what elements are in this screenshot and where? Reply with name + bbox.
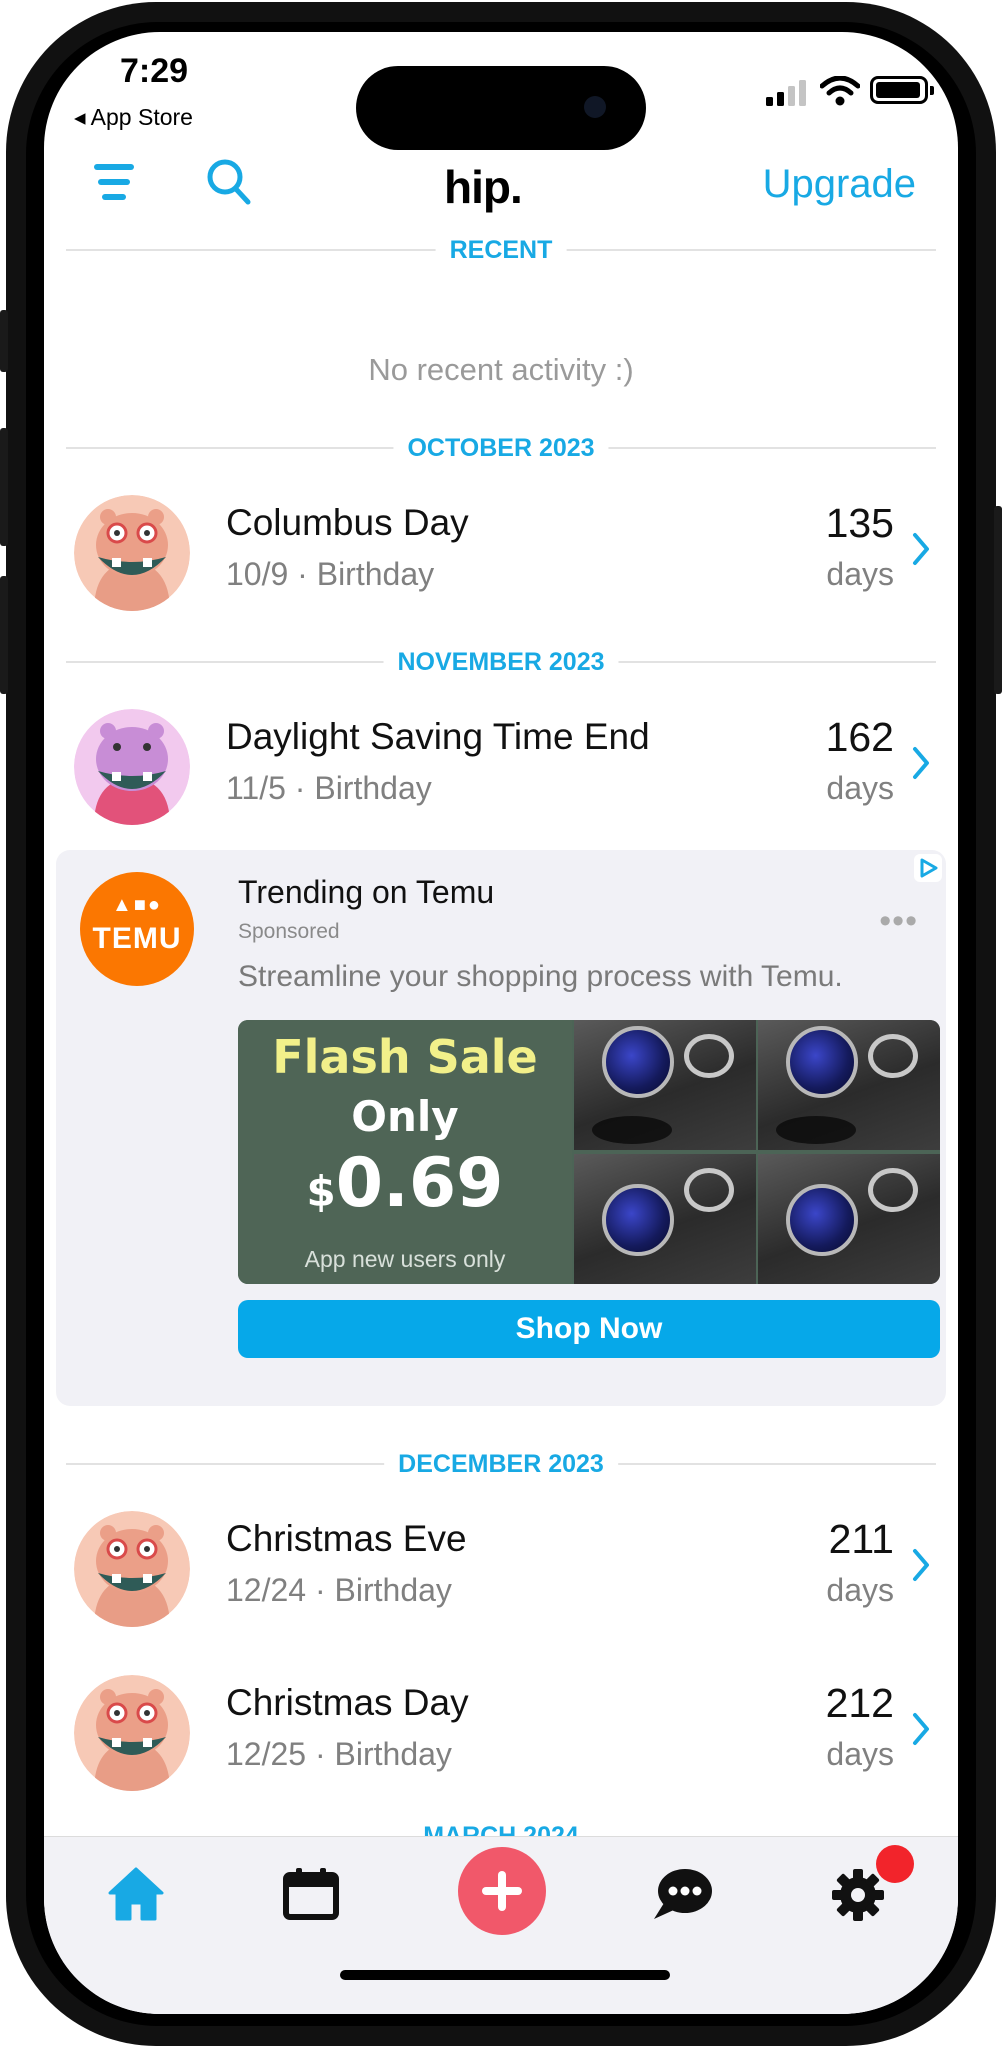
section-header-recent: RECENT xyxy=(66,230,936,270)
settings-icon[interactable] xyxy=(830,1867,886,1923)
side-button-power xyxy=(994,506,1002,694)
chevron-right-icon xyxy=(913,533,929,565)
flash-sale-text: Flash Sale xyxy=(272,1030,538,1084)
chevron-right-icon xyxy=(913,1549,929,1581)
days-unit: days xyxy=(826,556,894,592)
hippo-avatar-icon xyxy=(74,495,190,611)
days-unit: days xyxy=(826,1736,894,1772)
chat-icon[interactable] xyxy=(650,1867,714,1921)
hippo-avatar-icon xyxy=(74,1511,190,1627)
chevron-right-icon xyxy=(913,1713,929,1745)
keychain-photo xyxy=(574,1154,756,1284)
only-text: Only xyxy=(351,1092,459,1141)
section-label: OCTOBER 2023 xyxy=(393,428,609,468)
add-event-button[interactable] xyxy=(458,1847,546,1935)
event-subtitle: 12/25 · Birthday xyxy=(226,1736,452,1772)
event-title: Columbus Day xyxy=(226,502,469,543)
promo-price: $0.69 xyxy=(306,1144,504,1223)
ad-choices-icon[interactable] xyxy=(914,854,942,882)
calendar-icon[interactable] xyxy=(282,1867,340,1921)
event-row[interactable]: Christmas Day 12/25 · Birthday 212 days xyxy=(44,1668,958,1798)
temu-logo: ▲■● TEMU xyxy=(80,872,194,986)
temu-logo-glyphs: ▲■● xyxy=(112,894,162,916)
home-icon[interactable] xyxy=(106,1865,166,1921)
event-row[interactable]: Christmas Eve 12/24 · Birthday 211 days xyxy=(44,1504,958,1634)
keychain-photo xyxy=(574,1020,756,1150)
screen: 7:29 ◂ App Store hip. Upgrade RECENT No … xyxy=(44,32,958,2014)
more-options-icon[interactable]: ••• xyxy=(879,902,918,941)
days-count: 212 xyxy=(825,1680,894,1726)
side-button-volume-down xyxy=(0,576,8,694)
section-header-december: DECEMBER 2023 xyxy=(66,1444,936,1484)
new-users-note: App new users only xyxy=(304,1246,506,1272)
ad-body-text: Streamline your shopping process with Te… xyxy=(238,960,843,993)
section-label: DECEMBER 2023 xyxy=(384,1444,618,1484)
temu-logo-text: TEMU xyxy=(92,922,182,955)
event-row[interactable]: Columbus Day 10/9 · Birthday 135 days xyxy=(44,488,958,618)
event-title: Christmas Eve xyxy=(226,1518,467,1559)
app-logo: hip. xyxy=(444,161,523,213)
cellular-signal-icon xyxy=(766,80,806,106)
keychain-photo xyxy=(758,1020,940,1150)
event-title: Christmas Day xyxy=(226,1682,469,1723)
chevron-right-icon xyxy=(913,747,929,779)
side-button-volume-up xyxy=(0,428,8,546)
event-title: Daylight Saving Time End xyxy=(226,716,650,757)
days-unit: days xyxy=(826,770,894,806)
sponsored-label: Sponsored xyxy=(238,920,340,943)
section-label: NOVEMBER 2023 xyxy=(383,642,619,682)
recent-empty-text: No recent activity :) xyxy=(368,352,634,387)
battery-icon xyxy=(870,76,934,104)
tab-bar xyxy=(44,1836,958,2014)
ad-image-promo: Flash Sale Only $0.69 App new users only xyxy=(238,1020,572,1284)
keychain-photo xyxy=(758,1154,940,1284)
section-header-november: NOVEMBER 2023 xyxy=(66,642,936,682)
status-time: 7:29 xyxy=(120,52,189,90)
hippo-avatar-icon xyxy=(74,709,190,825)
camera xyxy=(584,96,606,118)
menu-icon[interactable] xyxy=(92,162,136,202)
event-subtitle: 11/5 · Birthday xyxy=(226,770,432,806)
hippo-avatar-icon xyxy=(74,1675,190,1791)
wifi-icon xyxy=(820,76,860,106)
days-count: 135 xyxy=(825,500,894,546)
event-subtitle: 12/24 · Birthday xyxy=(226,1572,452,1608)
sponsored-ad-card[interactable]: ▲■● TEMU Trending on Temu Sponsored ••• … xyxy=(56,850,946,1406)
section-header-october: OCTOBER 2023 xyxy=(66,428,936,468)
back-to-app-store[interactable]: ◂ App Store xyxy=(74,104,193,131)
shop-now-button[interactable]: Shop Now xyxy=(238,1300,940,1358)
side-button-action xyxy=(0,310,8,372)
upgrade-button[interactable]: Upgrade xyxy=(763,162,916,207)
search-icon[interactable] xyxy=(206,158,252,206)
days-count: 211 xyxy=(828,1516,894,1562)
ad-image[interactable]: Flash Sale Only $0.69 App new users only xyxy=(238,1020,940,1284)
event-row[interactable]: Daylight Saving Time End 11/5 · Birthday… xyxy=(44,702,958,832)
days-count: 162 xyxy=(825,714,894,760)
dynamic-island xyxy=(356,66,646,150)
event-subtitle: 10/9 · Birthday xyxy=(226,556,435,592)
notification-badge xyxy=(876,1845,914,1883)
section-label: RECENT xyxy=(435,230,567,270)
home-indicator xyxy=(340,1970,670,1980)
ad-title: Trending on Temu xyxy=(238,874,495,910)
days-unit: days xyxy=(826,1572,894,1608)
